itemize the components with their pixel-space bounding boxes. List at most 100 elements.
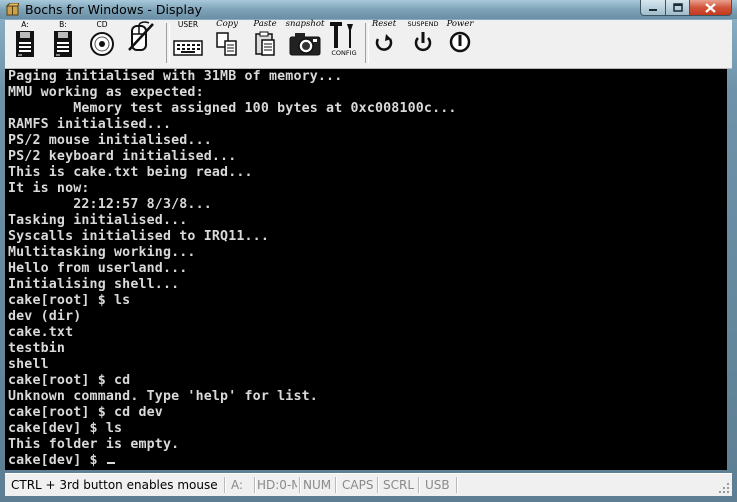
console-line-text: cake[dev] $ ls [8,421,123,436]
mouse-icon [128,21,154,51]
console-line-text: Unknown command. Type 'help' for list. [8,389,318,404]
floppy-a-button[interactable]: A: [11,20,39,66]
console-line-text: Syscalls initialised to IRQ11... [8,229,269,244]
copy-icon [216,32,237,56]
status-bar: CTRL + 3rd button enables mouse A: HD:0-… [5,473,732,496]
console-line-text: PS/2 keyboard initialised... [8,149,237,164]
console-line: This folder is empty. [8,437,179,453]
window-title: Bochs for Windows - Display [25,2,202,17]
emulator-console[interactable]: Paging initialised with 31MB of memory..… [5,69,727,470]
reset-label: Reset [371,19,397,29]
console-line-text: Multitasking working... [8,245,196,260]
console-line: Initialising shell... [8,277,179,293]
console-line: shell [8,357,49,373]
status-usb: USB [425,478,450,492]
console-line-text: Hello from userland... [8,261,188,276]
console-line: Paging initialised with 31MB of memory..… [8,69,342,85]
cdrom-icon [90,32,114,56]
status-num: NUM [303,478,332,492]
close-icon [705,2,716,13]
console-line-text: testbin [8,341,66,356]
console-line: Syscalls initialised to IRQ11... [8,229,269,245]
suspend-button[interactable]: SUSPEND [406,20,440,66]
mouse-button[interactable] [125,20,157,66]
console-line: cake[dev] $ ls [8,421,122,437]
console-line: Hello from userland... [8,261,187,277]
floppy-b-label: B: [59,20,67,29]
console-line-text: dev (dir) [8,309,82,324]
status-hd: HD:0-M [257,478,297,492]
text-cursor [106,462,115,464]
console-line-text: MMU working as expected: [8,85,204,100]
app-window: Bochs for Windows - Display A: B: CD USE… [0,0,737,502]
console-line: Multitasking working... [8,245,196,261]
console-line-text: Initialising shell... [8,277,180,292]
maximize-button[interactable] [665,0,690,16]
resize-grip-icon[interactable] [718,482,730,494]
floppy-b-button[interactable]: B: [49,20,77,66]
console-line-text: It is now: [8,181,90,196]
maximize-icon [672,3,683,12]
status-divider [335,477,337,493]
console-line: It is now: [8,181,90,197]
status-divider [254,477,256,493]
floppy-a-label: A: [21,20,29,29]
console-line: Tasking initialised... [8,213,187,229]
console-line-text: Paging initialised with 31MB of memory..… [8,69,343,84]
copy-button[interactable]: Copy [213,20,241,66]
keyboard-icon [173,40,203,56]
floppy-icon [54,31,72,57]
console-line-text: shell [8,357,49,372]
console-line: RAMFS initialised... [8,117,171,133]
config-label: CONFIG [331,49,357,57]
power-button[interactable]: Power [443,20,477,66]
camera-icon [289,33,321,56]
suspend-label: SUSPEND [407,20,439,28]
console-line: PS/2 mouse initialised... [8,133,212,149]
console-line: Memory test assigned 100 bytes at 0xc008… [8,101,457,117]
status-scrl: SCRL [383,478,415,492]
console-line: MMU working as expected: [8,85,204,101]
console-line-text: cake[root] $ cd dev [8,405,163,420]
console-line: dev (dir) [8,309,81,325]
console-line-text: cake[dev] $ [8,453,106,468]
paste-label: Paste [253,19,277,29]
console-line-text: This is cake.txt being read... [8,165,253,180]
status-divider [418,477,420,493]
title-bar[interactable]: Bochs for Windows - Display [0,0,737,19]
snapshot-button[interactable]: snapshot [286,20,324,66]
console-line-text: This folder is empty. [8,437,180,452]
user-button[interactable]: USER [171,20,205,66]
console-line: cake[root] $ cd [8,373,130,389]
console-line: cake[root] $ ls [8,293,130,309]
config-icon [330,22,353,48]
console-line-text: Memory test assigned 100 bytes at 0xc008… [8,101,457,116]
console-line-text: cake.txt [8,325,74,340]
minimize-button[interactable] [640,0,666,16]
console-line-text: cake[root] $ cd [8,373,131,388]
console-line-text: cake[root] $ ls [8,293,131,308]
console-line: cake[root] $ cd dev [8,405,163,421]
console-line-text: RAMFS initialised... [8,117,172,132]
console-line: This is cake.txt being read... [8,165,253,181]
reset-button[interactable]: Reset [368,20,400,66]
config-button[interactable]: CONFIG [327,20,361,66]
paste-button[interactable]: Paste [251,20,279,66]
suspend-icon [414,32,432,52]
console-line: testbin [8,341,65,357]
cdrom-button[interactable]: CD [87,20,117,66]
toolbar-separator [166,23,170,63]
console-line-text: PS/2 mouse initialised... [8,133,212,148]
console-line: PS/2 keyboard initialised... [8,149,236,165]
console-line-text: Tasking initialised... [8,213,188,228]
reset-icon [375,34,393,51]
power-icon [449,31,471,53]
floppy-icon [16,31,34,57]
console-line: Unknown command. Type 'help' for list. [8,389,318,405]
close-button[interactable] [689,0,732,16]
power-label: Power [446,19,474,29]
minimize-icon [649,8,657,11]
status-message: CTRL + 3rd button enables mouse [11,478,218,492]
status-drive: A: [231,478,244,492]
copy-label: Copy [216,19,238,29]
